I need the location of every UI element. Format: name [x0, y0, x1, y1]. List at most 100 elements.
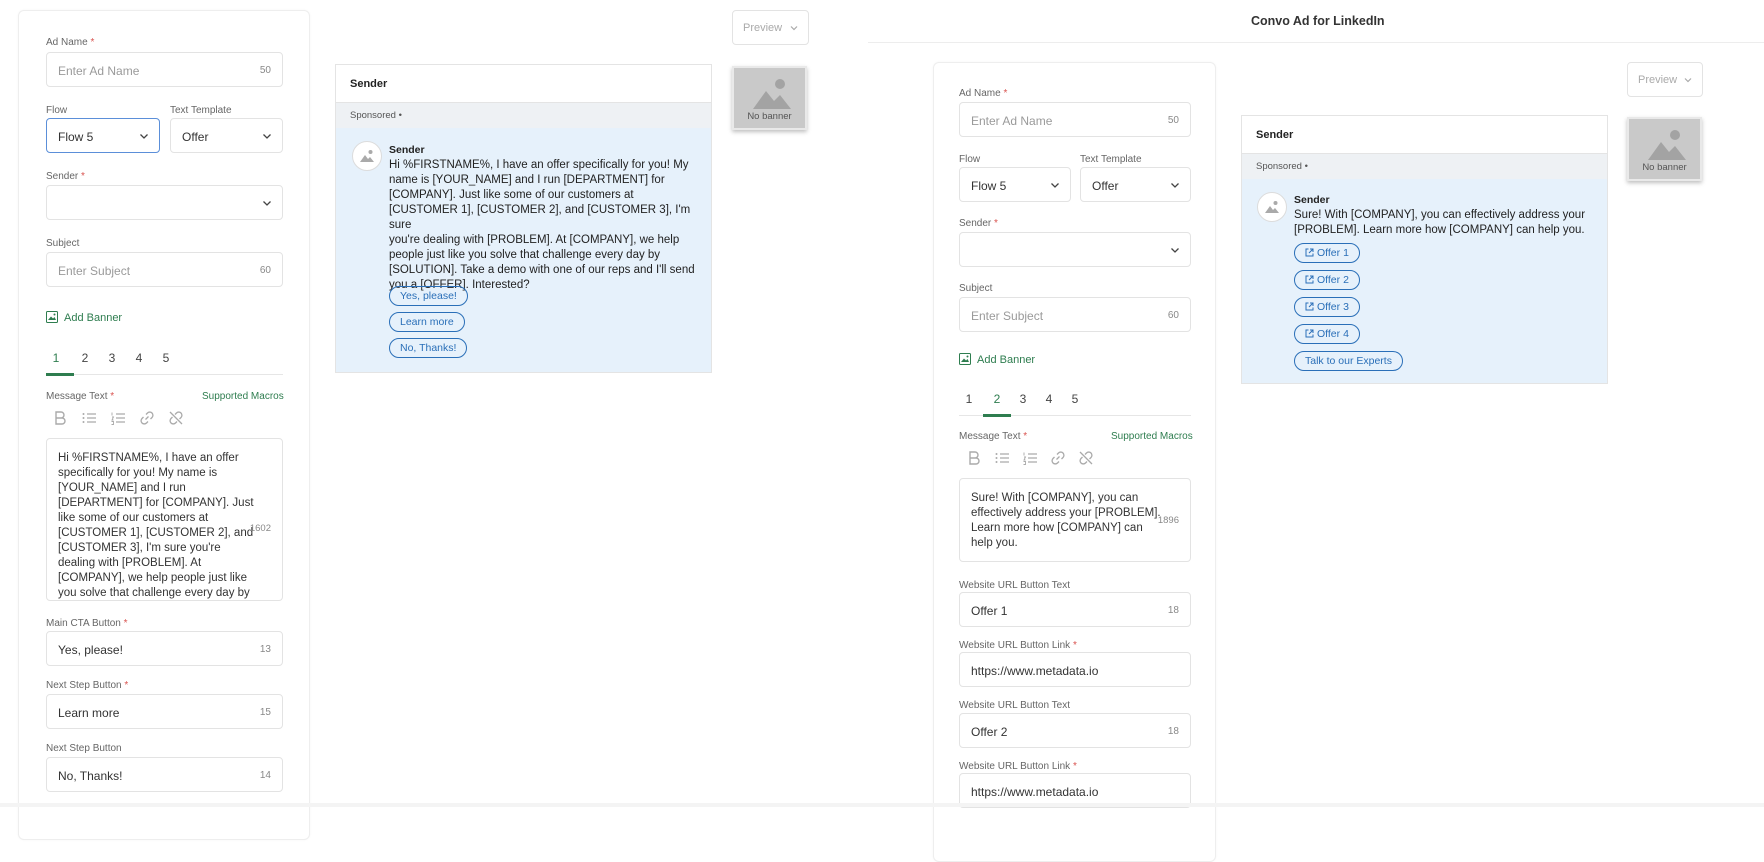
- numbered-list-icon[interactable]: [1022, 450, 1038, 466]
- preview-next-step-button[interactable]: Learn more: [389, 312, 465, 332]
- ad-name-input[interactable]: Enter Ad Name 50: [46, 52, 283, 87]
- tab-4[interactable]: 4: [1039, 392, 1059, 406]
- sponsored-bar: Sponsored •: [1242, 154, 1607, 179]
- tab-4[interactable]: 4: [129, 351, 149, 365]
- tab-2[interactable]: 2: [75, 351, 95, 365]
- preview-next-step-button[interactable]: No, Thanks!: [389, 338, 468, 358]
- text-format-toolbar: [52, 410, 202, 428]
- ad-name-counter: 50: [1167, 115, 1179, 126]
- preview-talk-to-experts-button[interactable]: Talk to our Experts: [1294, 351, 1403, 371]
- message-text-content: Hi %FIRSTNAME%, I have an offer specific…: [58, 452, 254, 599]
- image-placeholder-icon: [360, 150, 374, 162]
- active-tab-indicator: [983, 414, 1011, 417]
- next-step-2-label: Next Step Button: [46, 743, 122, 754]
- preview-dropdown[interactable]: Preview: [1627, 62, 1703, 97]
- preview-message-text: Hi %FIRSTNAME%, I have an offer specific…: [389, 159, 695, 291]
- tab-5[interactable]: 5: [156, 351, 176, 365]
- link-icon[interactable]: [139, 410, 155, 426]
- message-counter: 1896: [1157, 515, 1179, 526]
- flow-select[interactable]: Flow 5: [959, 167, 1071, 202]
- external-link-icon: [1305, 329, 1314, 338]
- preview-offer-button[interactable]: Offer 1: [1294, 243, 1360, 263]
- tab-1[interactable]: 1: [46, 351, 66, 365]
- image-placeholder-icon: [1265, 201, 1279, 213]
- add-banner-button[interactable]: Add Banner: [46, 311, 122, 324]
- next-step-2-value: No, Thanks!: [58, 769, 123, 783]
- ad-name-input[interactable]: Enter Ad Name 50: [959, 102, 1191, 137]
- sender-select[interactable]: [46, 185, 283, 220]
- banner-placeholder: No banner: [1627, 117, 1702, 181]
- numbered-list-icon[interactable]: [110, 410, 126, 426]
- message-counter: 1602: [249, 523, 271, 534]
- preview-sender-name: Sender: [389, 144, 425, 156]
- image-icon: [46, 311, 58, 323]
- bullet-list-icon[interactable]: [81, 410, 97, 426]
- flow-select[interactable]: Flow 5: [46, 118, 160, 153]
- website-url-button-text-value: Offer 1: [971, 604, 1008, 618]
- preview-offer-button[interactable]: Offer 2: [1294, 270, 1360, 290]
- message-tabs: 1 2 3 4 5: [46, 351, 283, 376]
- banner-placeholder: No banner: [732, 66, 807, 130]
- main-cta-input[interactable]: Yes, please! 13: [46, 631, 283, 666]
- website-url-button-link-value: https://www.metadata.io: [971, 664, 1099, 678]
- unlink-icon[interactable]: [1078, 450, 1094, 466]
- bottom-edge: [0, 803, 1764, 807]
- supported-macros-link[interactable]: Supported Macros: [1111, 431, 1193, 442]
- preview-sender-header: Sender: [1256, 129, 1294, 141]
- website-url-button-link-label: Website URL Button Link *: [959, 761, 1077, 772]
- message-text-content: Sure! With [COMPANY], you can effectivel…: [971, 492, 1161, 549]
- add-banner-button[interactable]: Add Banner: [959, 353, 1035, 366]
- tab-5[interactable]: 5: [1065, 392, 1085, 406]
- preview-offer-button[interactable]: Offer 3: [1294, 297, 1360, 317]
- linkedin-message-preview: Sender Sponsored • Sender Hi %FIRSTNAME%…: [335, 64, 712, 373]
- website-url-button-text-input[interactable]: Offer 2 18: [959, 713, 1191, 748]
- subject-input[interactable]: Enter Subject 60: [959, 297, 1191, 332]
- add-banner-label: Add Banner: [977, 354, 1036, 366]
- message-text-area[interactable]: Sure! With [COMPANY], you can effectivel…: [959, 478, 1191, 562]
- subject-input[interactable]: Enter Subject 60: [46, 252, 283, 287]
- next-step-2-counter: 14: [259, 770, 271, 781]
- next-step-1-label: Next Step Button *: [46, 680, 129, 691]
- bold-icon[interactable]: [966, 450, 982, 466]
- preview-label: Preview: [1638, 74, 1678, 86]
- subject-counter: 60: [1167, 310, 1179, 321]
- main-cta-label: Main CTA Button *: [46, 618, 128, 629]
- sponsored-label: Sponsored •: [1256, 161, 1308, 172]
- link-icon[interactable]: [1050, 450, 1066, 466]
- sponsored-label: Sponsored •: [350, 110, 402, 121]
- main-cta-value: Yes, please!: [58, 643, 123, 657]
- bold-icon[interactable]: [52, 410, 68, 426]
- tab-1[interactable]: 1: [959, 392, 979, 406]
- chevron-down-icon: [263, 201, 271, 206]
- next-step-2-input[interactable]: No, Thanks! 14: [46, 757, 283, 792]
- text-template-select[interactable]: Offer: [1080, 167, 1191, 202]
- subject-label: Subject: [46, 238, 80, 249]
- tab-3[interactable]: 3: [1013, 392, 1033, 406]
- website-url-button-link-input[interactable]: https://www.metadata.io: [959, 652, 1191, 687]
- page-title: Convo Ad for LinkedIn: [1251, 14, 1385, 28]
- website-url-button-text-input[interactable]: Offer 1 18: [959, 592, 1191, 627]
- external-link-icon: [1305, 275, 1314, 284]
- preview-offer-button[interactable]: Offer 4: [1294, 324, 1360, 344]
- preview-dropdown[interactable]: Preview: [732, 10, 809, 45]
- preview-cta-button[interactable]: Yes, please!: [389, 286, 468, 306]
- flow-label: Flow: [46, 105, 68, 116]
- website-url-button-text-counter: 18: [1167, 726, 1179, 737]
- message-text-area[interactable]: Hi %FIRSTNAME%, I have an offer specific…: [46, 438, 283, 601]
- unlink-icon[interactable]: [168, 410, 184, 426]
- message-tabs: 1 2 3 4 5: [959, 392, 1191, 417]
- bullet-list-icon[interactable]: [994, 450, 1010, 466]
- subject-placeholder: Enter Subject: [58, 264, 131, 278]
- supported-macros-link[interactable]: Supported Macros: [202, 391, 284, 402]
- text-template-select[interactable]: Offer: [170, 118, 283, 153]
- tab-2[interactable]: 2: [987, 392, 1007, 406]
- image-placeholder-icon: [753, 79, 791, 109]
- sender-label: Sender *: [959, 218, 998, 229]
- flow-value: Flow 5: [58, 130, 94, 144]
- tab-3[interactable]: 3: [102, 351, 122, 365]
- next-step-1-input[interactable]: Learn more 15: [46, 694, 283, 729]
- sender-select[interactable]: [959, 232, 1191, 267]
- external-link-icon: [1305, 248, 1314, 257]
- next-step-1-value: Learn more: [58, 706, 120, 720]
- message-text-label: Message Text *: [959, 431, 1028, 442]
